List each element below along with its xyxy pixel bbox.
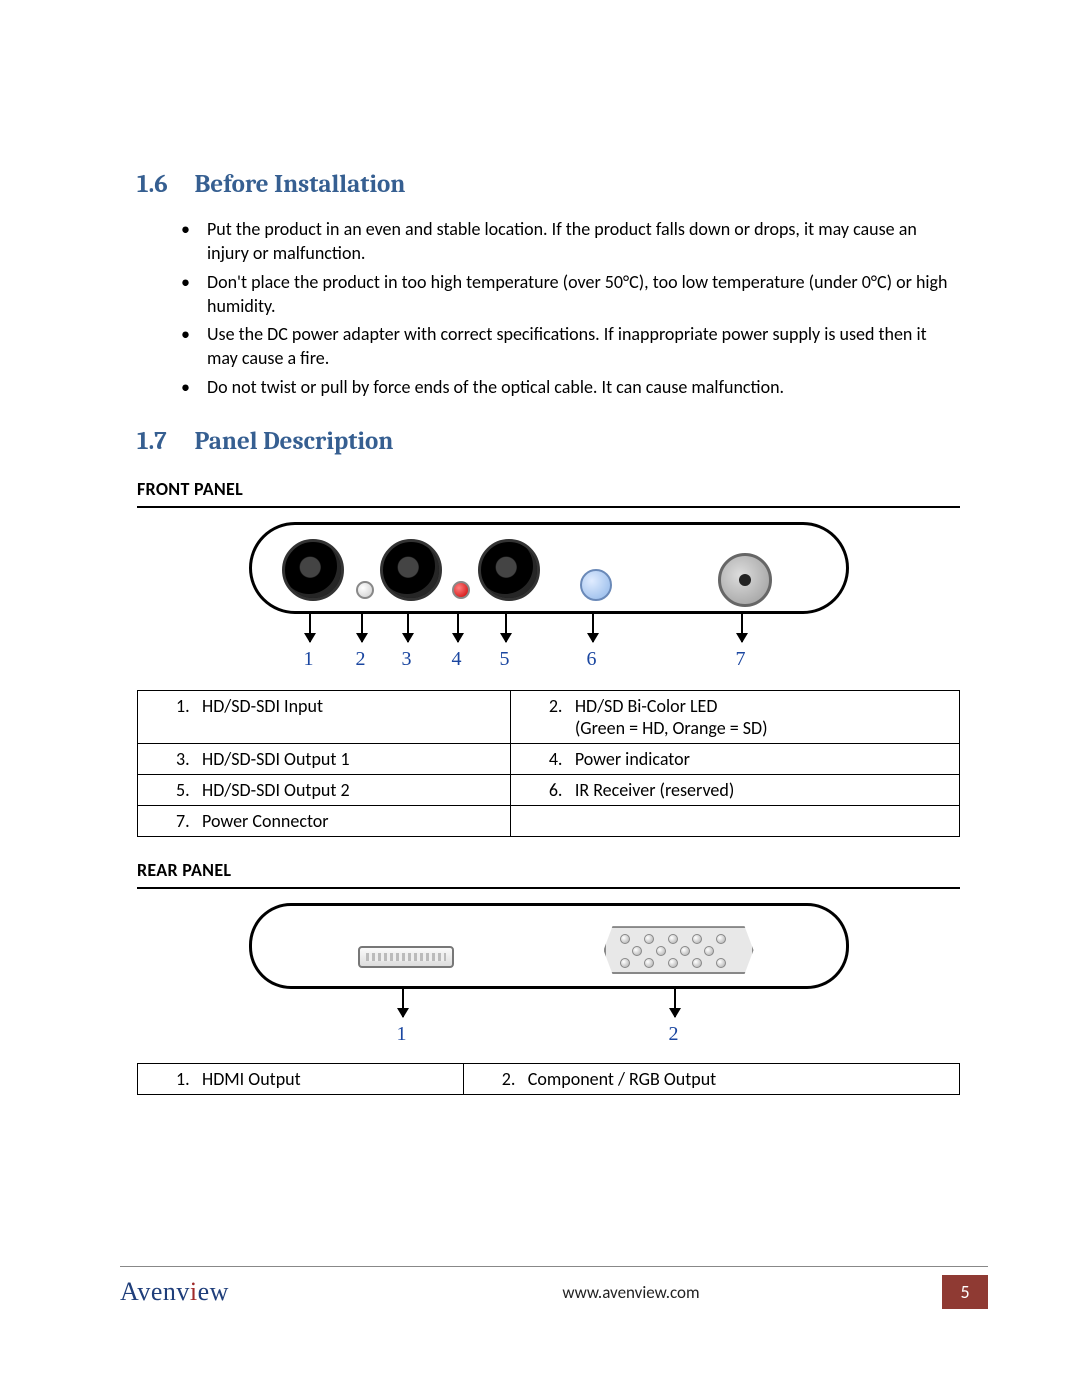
divider	[137, 887, 960, 889]
table-row: 1.HD/SD-SDI Input 2.HD/SD Bi-Color LED (…	[138, 691, 960, 744]
table-row: 7.Power Connector	[138, 806, 960, 837]
ir-receiver-icon	[580, 569, 612, 601]
table-row: 3.HD/SD-SDI Output 1 4.Power indicator	[138, 744, 960, 775]
item-text: HDMI Output	[202, 1068, 301, 1090]
led-icon	[356, 581, 374, 599]
table-row: 5.HD/SD-SDI Output 2 6.IR Receiver (rese…	[138, 775, 960, 806]
front-panel-subhead: FRONT PANEL	[137, 478, 960, 500]
callout-number: 7	[736, 648, 746, 671]
callout-arrow-icon	[741, 614, 743, 642]
callout-arrow-icon	[457, 614, 459, 642]
item-text: Component / RGB Output	[528, 1068, 716, 1090]
item-text: IR Receiver (reserved)	[575, 779, 734, 801]
page-footer: Avenview www.avenview.com 5	[120, 1266, 988, 1309]
bnc-connector-icon	[282, 539, 344, 601]
callout-arrow-icon	[505, 614, 507, 642]
hdmi-port-icon	[358, 946, 454, 968]
callout-number: 6	[587, 648, 597, 671]
item-number: 7.	[176, 810, 202, 832]
heading-1-6: 1.6 Before Installation	[137, 170, 960, 199]
item-number: 6.	[549, 779, 575, 801]
table-row: 1.HDMI Output 2.Component / RGB Output	[138, 1064, 960, 1095]
item-number: 3.	[176, 748, 202, 770]
list-item: Don't place the product in too high temp…	[181, 270, 960, 319]
footer-site: www.avenview.com	[320, 1282, 942, 1303]
bnc-connector-icon	[380, 539, 442, 601]
rear-panel-table: 1.HDMI Output 2.Component / RGB Output	[137, 1063, 960, 1095]
callout-arrow-icon	[309, 614, 311, 642]
callout-number: 2	[669, 1023, 679, 1046]
heading-title: Panel Description	[195, 427, 394, 456]
heading-title: Before Installation	[195, 170, 406, 199]
front-panel-table: 1.HD/SD-SDI Input 2.HD/SD Bi-Color LED (…	[137, 690, 960, 837]
rear-panel-diagram: 1 2	[249, 903, 849, 1053]
callout-arrow-icon	[592, 614, 594, 642]
item-subtext: (Green = HD, Orange = SD)	[549, 717, 951, 739]
callout-number: 1	[397, 1023, 407, 1046]
before-install-list: Put the product in an even and stable lo…	[137, 217, 960, 399]
callout-number: 2	[356, 648, 366, 671]
list-item: Put the product in an even and stable lo…	[181, 217, 960, 266]
callout-arrow-icon	[361, 614, 363, 642]
power-connector-icon	[718, 553, 772, 607]
led-icon	[452, 581, 470, 599]
callout-arrow-icon	[402, 989, 404, 1017]
item-number: 1.	[176, 1068, 202, 1090]
item-text: Power Connector	[202, 810, 329, 832]
item-number: 2.	[549, 695, 575, 717]
callout-number: 3	[402, 648, 412, 671]
heading-1-7: 1.7 Panel Description	[137, 427, 960, 456]
item-number: 5.	[176, 779, 202, 801]
item-text: HD/SD-SDI Output 2	[202, 779, 350, 801]
callout-arrow-icon	[407, 614, 409, 642]
callout-number: 1	[304, 648, 314, 671]
rear-panel-subhead: REAR PANEL	[137, 859, 960, 881]
callout-arrow-icon	[674, 989, 676, 1017]
item-text: HD/SD-SDI Input	[202, 695, 323, 717]
page-number: 5	[942, 1275, 988, 1309]
vga-port-icon	[604, 926, 754, 974]
heading-num: 1.7	[137, 427, 189, 456]
callout-number: 4	[452, 648, 462, 671]
front-chassis	[249, 522, 849, 614]
list-item: Do not twist or pull by force ends of th…	[181, 375, 960, 399]
bnc-connector-icon	[478, 539, 540, 601]
item-text: HD/SD-SDI Output 1	[202, 748, 350, 770]
item-number: 1.	[176, 695, 202, 717]
heading-num: 1.6	[137, 170, 189, 199]
item-number: 2.	[502, 1068, 528, 1090]
list-item: Use the DC power adapter with correct sp…	[181, 322, 960, 371]
item-text: HD/SD Bi-Color LED	[575, 695, 718, 717]
brand-logo: Avenview	[120, 1277, 320, 1307]
item-text: Power indicator	[575, 748, 690, 770]
front-panel-diagram: 1 2 3 4 5 6 7	[249, 522, 849, 682]
item-number: 4.	[549, 748, 575, 770]
callout-number: 5	[500, 648, 510, 671]
rear-chassis	[249, 903, 849, 989]
divider	[137, 506, 960, 508]
